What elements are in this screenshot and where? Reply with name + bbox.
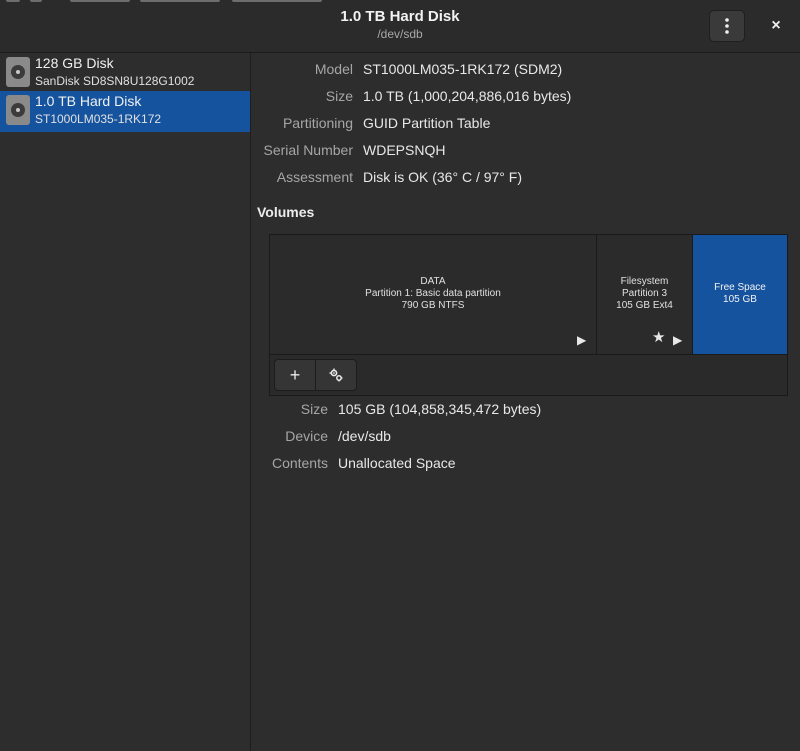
plus-icon: + — [289, 364, 301, 385]
assessment-value: Disk is OK (36° C / 97° F) — [363, 169, 523, 185]
volume-size: 790 GB NTFS — [401, 300, 465, 311]
play-icon: ▶ — [673, 333, 683, 347]
volume-partition: Partition 1: Basic data partition — [365, 288, 501, 299]
disk-sidebar: 128 GB Disk SanDisk SD8SN8U128G1002 1.0 … — [0, 53, 251, 751]
volume-data-partition[interactable]: DATA Partition 1: Basic data partition 7… — [270, 235, 597, 354]
window-title: 1.0 TB Hard Disk — [340, 8, 460, 25]
model-value: ST1000LM035-1RK172 (SDM2) — [363, 61, 563, 77]
close-icon: × — [771, 17, 781, 34]
volume-filesystem-partition[interactable]: Filesystem Partition 3 105 GB Ext4 ★ ▶ — [597, 235, 693, 354]
volume-label: DATA — [420, 276, 446, 287]
volume-device-row: Device /dev/sdb — [251, 428, 800, 448]
disks-window: 1.0 TB Hard Disk /dev/sdb × 128 GB Disk … — [0, 0, 800, 751]
model-label: Model — [314, 61, 353, 77]
volume-contents-value: Unallocated Space — [338, 455, 456, 471]
serial-row: Serial Number WDEPSNQH — [251, 142, 800, 162]
disk-name: 1.0 TB Hard Disk — [35, 93, 142, 109]
volume-device-value: /dev/sdb — [338, 428, 391, 444]
size-value: 1.0 TB (1,000,204,886,016 bytes) — [363, 88, 572, 104]
volume-size-label: Size — [300, 401, 328, 417]
volume-label: Filesystem — [620, 276, 669, 287]
volume-contents-label: Contents — [271, 455, 328, 471]
model-row: Model ST1000LM035-1RK172 (SDM2) — [251, 61, 800, 81]
disk-model: SanDisk SD8SN8U128G1002 — [35, 74, 195, 88]
hard-disk-icon — [6, 57, 30, 87]
create-partition-button[interactable]: + — [274, 359, 316, 391]
volume-free-space[interactable]: Free Space 105 GB — [693, 235, 787, 354]
volume-partition: Partition 3 — [621, 288, 668, 299]
window-subtitle: /dev/sdb — [377, 27, 423, 41]
close-button[interactable]: × — [764, 14, 788, 38]
size-row: Size 1.0 TB (1,000,204,886,016 bytes) — [251, 88, 800, 108]
vertical-dots-icon — [725, 18, 729, 34]
volume-size: 105 GB — [723, 294, 757, 305]
partitioning-row: Partitioning GUID Partition Table — [251, 115, 800, 135]
volume-size: 105 GB Ext4 — [616, 300, 673, 311]
size-label: Size — [325, 88, 353, 104]
assessment-label: Assessment — [276, 169, 353, 185]
partitioning-value: GUID Partition Table — [363, 115, 491, 131]
play-icon: ▶ — [577, 333, 587, 347]
hard-disk-icon — [6, 95, 30, 125]
assessment-row: Assessment Disk is OK (36° C / 97° F) — [251, 169, 800, 189]
disk-details-panel: Model ST1000LM035-1RK172 (SDM2) Size 1.0… — [251, 53, 800, 751]
volume-map: DATA Partition 1: Basic data partition 7… — [269, 234, 788, 396]
header-bar: 1.0 TB Hard Disk /dev/sdb × — [0, 0, 800, 53]
volume-size-row: Size 105 GB (104,858,345,472 bytes) — [251, 401, 800, 421]
star-icon: ★ — [652, 329, 666, 346]
serial-label: Serial Number — [263, 142, 353, 158]
disk-item-128gb[interactable]: 128 GB Disk SanDisk SD8SN8U128G1002 — [0, 53, 250, 94]
partitioning-label: Partitioning — [282, 115, 353, 131]
serial-value: WDEPSNQH — [363, 142, 446, 158]
volume-contents-row: Contents Unallocated Space — [251, 455, 800, 475]
gears-icon — [329, 368, 343, 382]
disk-model: ST1000LM035-1RK172 — [35, 112, 162, 126]
disk-item-1tb[interactable]: 1.0 TB Hard Disk ST1000LM035-1RK172 — [0, 91, 250, 132]
volume-strip: DATA Partition 1: Basic data partition 7… — [270, 235, 787, 355]
menu-button[interactable] — [709, 10, 745, 42]
partition-options-button[interactable] — [315, 359, 357, 391]
volume-device-label: Device — [285, 428, 328, 444]
background-window-edge — [0, 0, 340, 4]
volume-label: Free Space — [714, 282, 766, 293]
volumes-heading: Volumes — [257, 204, 315, 220]
disk-name: 128 GB Disk — [35, 55, 114, 71]
volume-size-value: 105 GB (104,858,345,472 bytes) — [338, 401, 542, 417]
